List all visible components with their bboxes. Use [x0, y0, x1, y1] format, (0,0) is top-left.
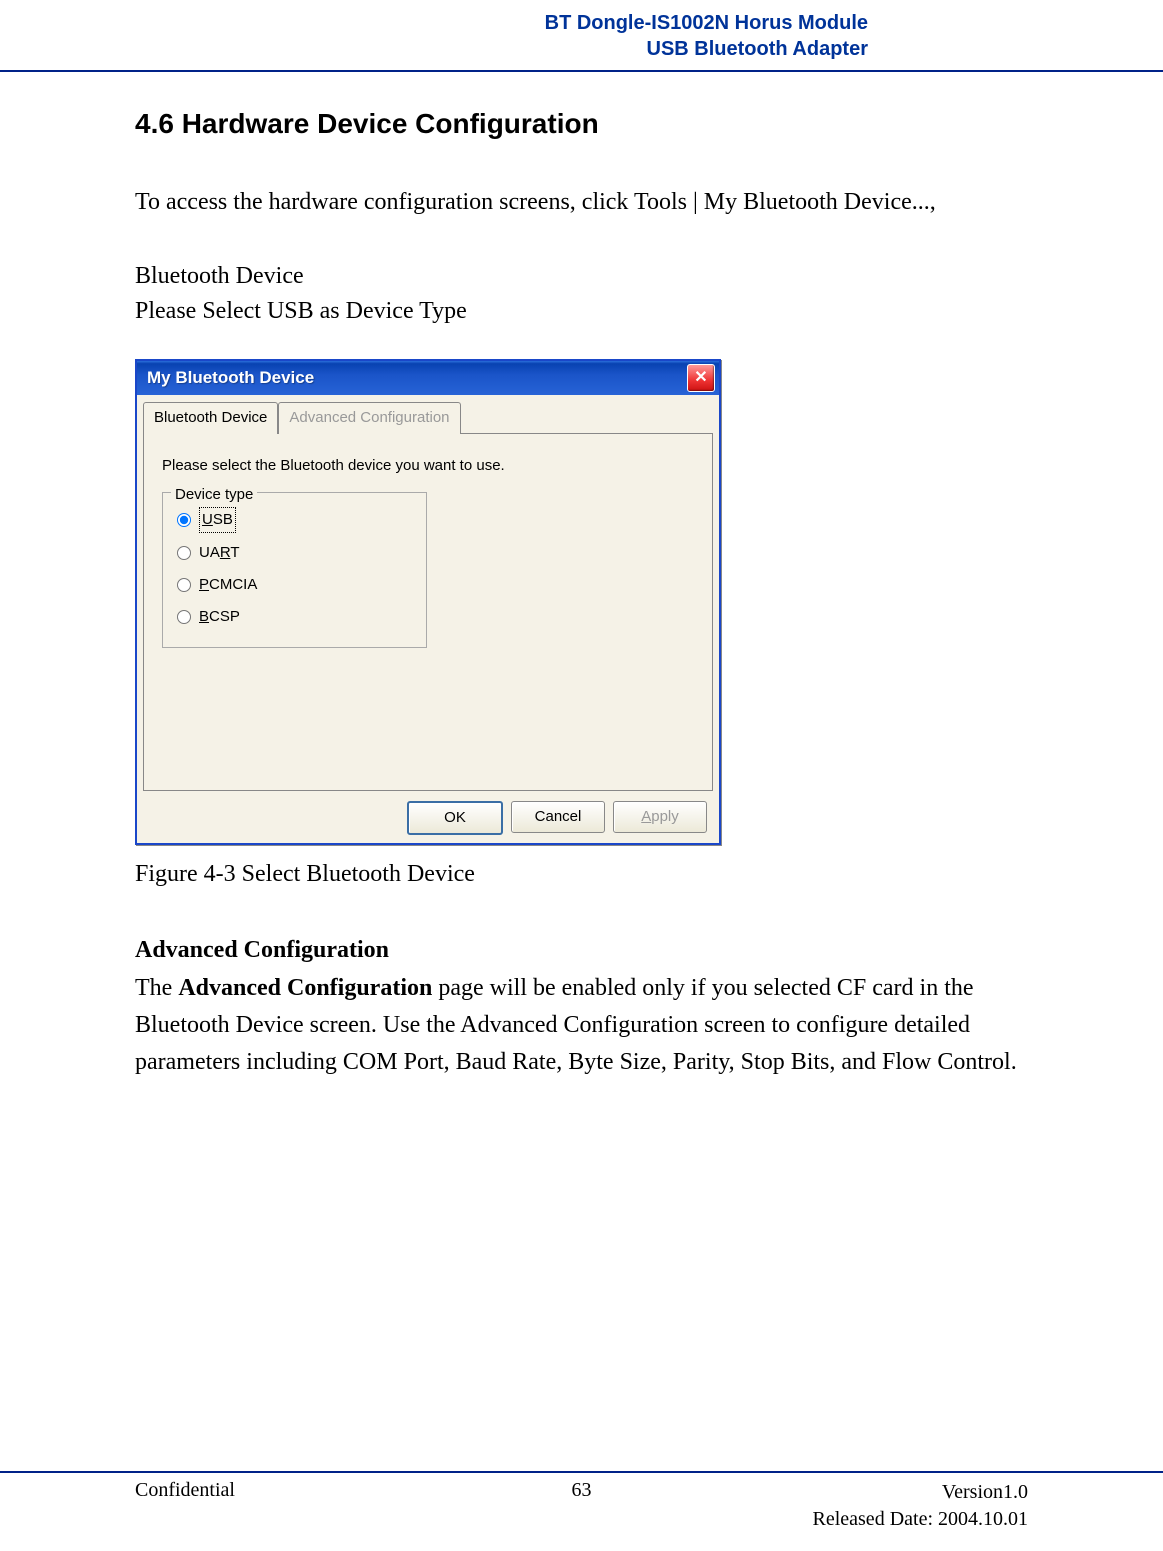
- radio-bcsp[interactable]: BCSP: [177, 601, 412, 633]
- dialog-body: Bluetooth Device Advanced Configuration …: [137, 395, 719, 843]
- radio-usb-label: USB: [199, 507, 236, 533]
- sub-line-1: Bluetooth Device: [135, 259, 1028, 294]
- footer-version: Version1.0: [813, 1479, 1029, 1506]
- apply-button: Apply: [613, 801, 707, 833]
- dialog-title: My Bluetooth Device: [147, 364, 314, 391]
- dialog-button-row: OK Cancel Apply: [143, 791, 713, 835]
- tab-advanced-configuration: Advanced Configuration: [278, 402, 460, 434]
- radio-uart-label: UART: [199, 541, 240, 565]
- figure-caption: Figure 4-3 Select Bluetooth Device: [135, 855, 1028, 893]
- dialog-titlebar[interactable]: My Bluetooth Device ✕: [137, 361, 719, 395]
- dialog-instructions: Please select the Bluetooth device you w…: [162, 454, 694, 478]
- radio-pcmcia-label: PCMCIA: [199, 573, 257, 597]
- radio-usb[interactable]: USB: [177, 503, 412, 537]
- header-line-1: BT Dongle-IS1002N Horus Module: [0, 10, 868, 36]
- radio-bcsp-label: BCSP: [199, 605, 240, 629]
- header-line-2: USB Bluetooth Adapter: [0, 36, 868, 62]
- radio-pcmcia-input[interactable]: [177, 578, 191, 592]
- device-type-groupbox: Device type USB UART PCMCIA: [162, 492, 427, 648]
- close-icon: ✕: [694, 365, 707, 391]
- document-page: BT Dongle-IS1002N Horus Module USB Bluet…: [0, 0, 1163, 1551]
- radio-usb-input[interactable]: [177, 513, 191, 527]
- sub-paragraph: Bluetooth Device Please Select USB as De…: [135, 259, 1028, 329]
- groupbox-legend: Device type: [171, 483, 257, 507]
- radio-pcmcia[interactable]: PCMCIA: [177, 569, 412, 601]
- radio-bcsp-input[interactable]: [177, 610, 191, 624]
- advanced-config-title: Advanced Configuration: [135, 931, 1028, 969]
- tab-strip: Bluetooth Device Advanced Configuration: [143, 401, 713, 433]
- radio-uart-input[interactable]: [177, 546, 191, 560]
- page-content: 4.6 Hardware Device Configuration To acc…: [0, 72, 1163, 1081]
- intro-paragraph: To access the hardware configuration scr…: [135, 183, 1028, 221]
- page-footer: Confidential 63 Version1.0 Released Date…: [0, 1473, 1163, 1533]
- page-header: BT Dongle-IS1002N Horus Module USB Bluet…: [0, 0, 1163, 62]
- tab-bluetooth-device[interactable]: Bluetooth Device: [143, 402, 278, 434]
- bluetooth-device-dialog: My Bluetooth Device ✕ Bluetooth Device A…: [135, 359, 721, 845]
- sub-line-2: Please Select USB as Device Type: [135, 294, 1028, 329]
- radio-uart[interactable]: UART: [177, 537, 412, 569]
- footer-page-number: 63: [572, 1479, 592, 1502]
- footer-release-date: Released Date: 2004.10.01: [813, 1506, 1029, 1533]
- cancel-button[interactable]: Cancel: [511, 801, 605, 833]
- advanced-config-body: The Advanced Configuration page will be …: [135, 970, 1028, 1082]
- tab-panel: Please select the Bluetooth device you w…: [143, 433, 713, 791]
- ok-button[interactable]: OK: [407, 801, 503, 835]
- page-footer-wrap: Confidential 63 Version1.0 Released Date…: [0, 1471, 1163, 1533]
- footer-left: Confidential: [135, 1479, 235, 1533]
- close-button[interactable]: ✕: [687, 364, 715, 392]
- footer-right: Version1.0 Released Date: 2004.10.01: [813, 1479, 1029, 1533]
- section-title: 4.6 Hardware Device Configuration: [135, 102, 1028, 147]
- advanced-config-block: Advanced Configuration The Advanced Conf…: [135, 931, 1028, 1081]
